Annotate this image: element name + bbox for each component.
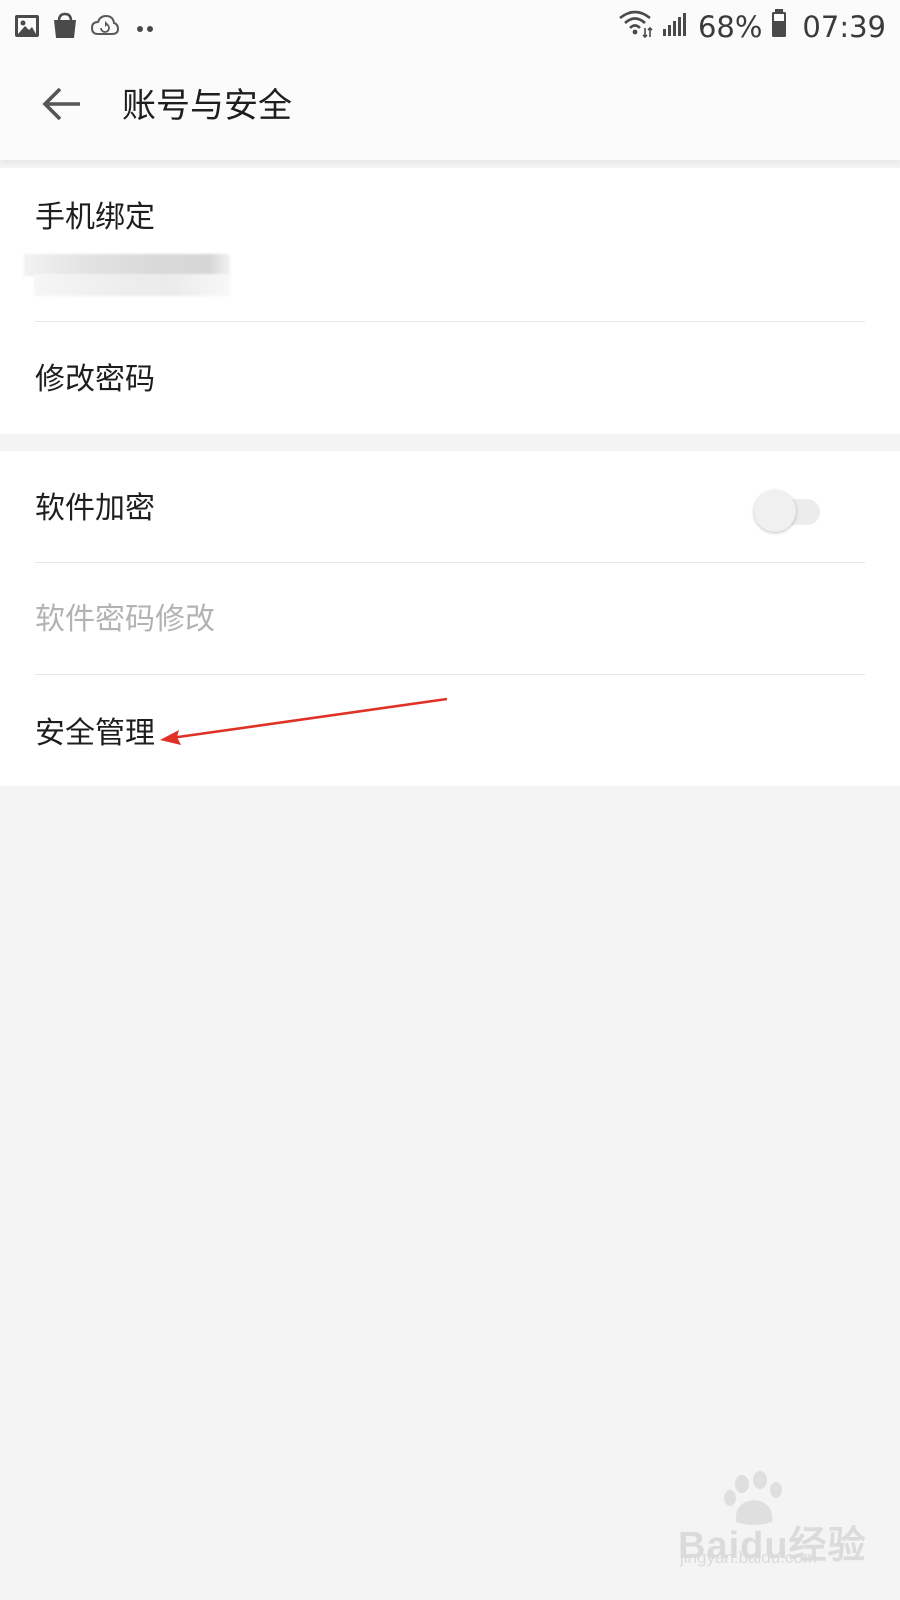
app-encryption-label: 软件加密	[35, 491, 155, 526]
phone-binding-row[interactable]: 手机绑定	[0, 168, 900, 322]
page-title: 账号与安全	[122, 86, 292, 126]
image-icon	[14, 14, 40, 42]
watermark-url: jingyan.baidu.com	[680, 1548, 818, 1567]
battery-percent: 68%	[697, 9, 763, 44]
phone-binding-label: 手机绑定	[35, 200, 155, 235]
annotation-arrow	[160, 697, 448, 745]
app-encryption-toggle[interactable]	[754, 489, 820, 533]
status-notification-icons	[14, 12, 158, 44]
security-management-label: 安全管理	[35, 716, 155, 751]
blurred-phone-number	[24, 252, 230, 298]
cloud-sync-icon	[90, 14, 120, 42]
toggle-thumb	[754, 490, 796, 532]
signal-icon	[662, 10, 688, 44]
account-section: 手机绑定 修改密码	[0, 168, 900, 434]
change-password-label: 修改密码	[35, 362, 155, 397]
app-encryption-row[interactable]: 软件加密	[0, 451, 900, 562]
shopping-bag-icon	[52, 12, 78, 44]
baidu-jingyan-watermark: Baidu经验 jingyan.baidu.com	[670, 1470, 870, 1590]
battery-icon	[770, 8, 788, 45]
app-header: 账号与安全	[0, 54, 900, 160]
status-time: 07:39	[802, 9, 886, 44]
status-system-indicators: 68% 07:39	[618, 8, 886, 45]
more-dots-icon	[132, 19, 158, 38]
app-password-change-row[interactable]: 软件密码修改	[0, 563, 900, 674]
back-button[interactable]	[36, 80, 88, 132]
change-password-row[interactable]: 修改密码	[0, 322, 900, 434]
status-bar: 68% 07:39	[0, 0, 900, 54]
app-password-change-label: 软件密码修改	[35, 602, 215, 637]
arrow-left-icon	[42, 86, 82, 126]
wifi-icon	[618, 8, 654, 45]
